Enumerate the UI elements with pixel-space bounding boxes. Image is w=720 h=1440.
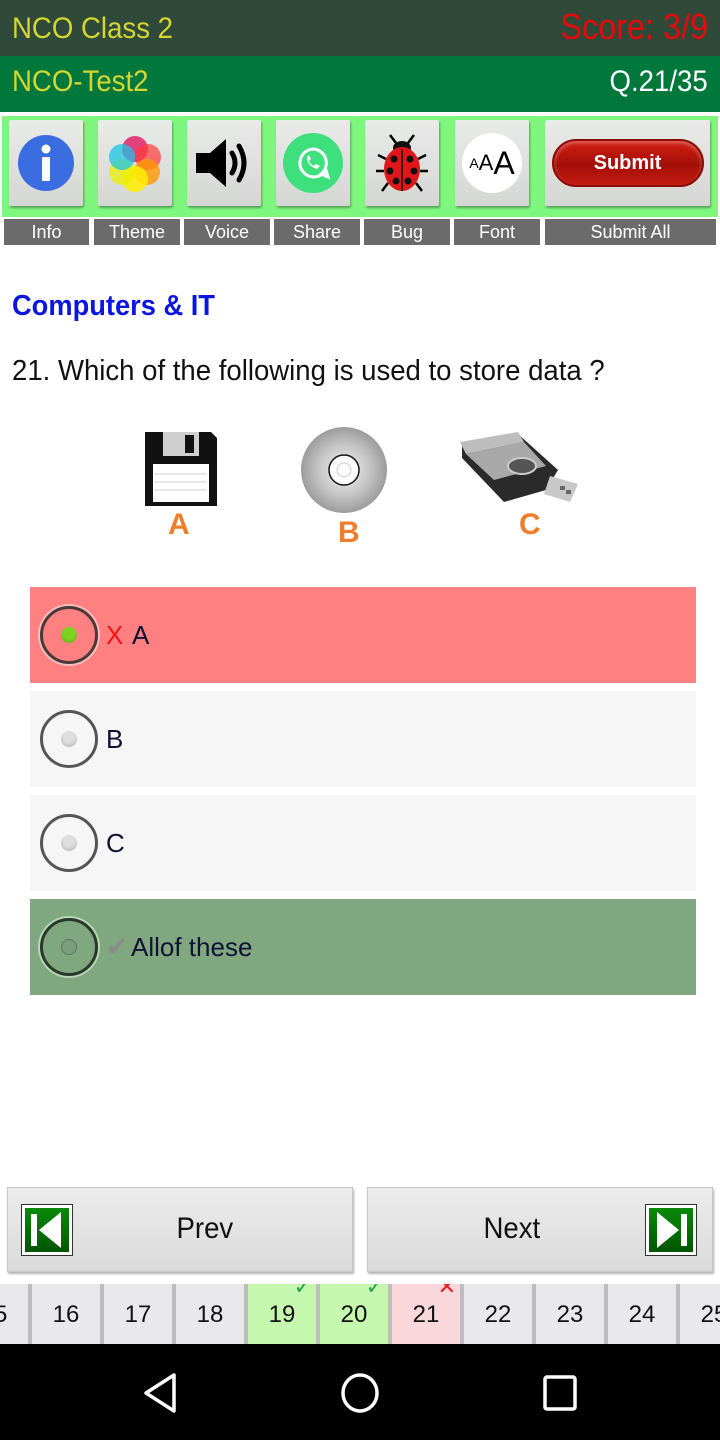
option-label: A [132,620,150,650]
picture-label-c: C [519,508,541,541]
check-icon: ✓ [293,1284,312,1299]
app-header: NCO Class 2 Score: 3/9 [0,0,720,56]
question-text: 21. Which of the following is used to st… [12,355,605,387]
submit-button[interactable]: Submit [545,120,710,206]
share-button[interactable] [276,120,350,206]
question-cell[interactable]: 24 [608,1284,676,1344]
check-icon: ✓ [365,1284,384,1299]
info-icon [18,135,74,191]
submit-all-label[interactable]: Submit All [545,219,716,245]
app-title: NCO Class 2 [12,12,174,45]
whatsapp-icon [283,133,343,193]
system-nav-bar [0,1344,720,1440]
submit-pill: Submit [551,139,704,187]
recents-icon[interactable] [542,1374,578,1412]
bug-label[interactable]: Bug [364,219,450,245]
next-icon [645,1204,697,1256]
category-title: Computers & IT [12,290,215,322]
theme-palette-icon [109,136,161,192]
voice-label[interactable]: Voice [184,219,270,245]
picture-label-b: B [338,516,360,549]
home-icon[interactable] [340,1372,380,1414]
question-counter: Q.21/35 [609,65,708,98]
radio-dot [61,835,77,851]
question-cell-correct[interactable]: 20 ✓ [320,1284,388,1344]
question-cell[interactable]: 17 [104,1284,172,1344]
share-label[interactable]: Share [274,219,360,245]
prev-label: Prev [176,1212,234,1245]
question-cell-wrong[interactable]: 21 ✕ [392,1284,460,1344]
ladybug-icon [376,134,428,192]
prev-icon [21,1204,73,1256]
correct-check-icon: ✔ [106,932,128,962]
option-label: Allof these [131,932,253,962]
radio-button[interactable] [40,814,98,872]
info-button[interactable] [9,120,83,206]
question-cell[interactable]: 15 [0,1284,28,1344]
font-label[interactable]: Font [454,219,540,245]
question-cell[interactable]: 18 [176,1284,244,1344]
theme-label[interactable]: Theme [94,219,180,245]
question-cell-correct[interactable]: 19 ✓ [248,1284,316,1344]
usb-drive-image [460,432,578,502]
radio-dot [61,939,77,955]
cross-icon: ✕ [437,1284,456,1299]
question-cell[interactable]: 22 [464,1284,532,1344]
picture-label-a: A [168,508,190,541]
question-cell[interactable]: 23 [536,1284,604,1344]
toolbar-labels: Info Theme Voice Share Bug Font Submit A… [0,219,720,245]
compact-disc-image [301,427,387,513]
back-icon[interactable] [142,1372,178,1414]
radio-selected-dot [61,627,77,643]
toolbar: AAA Submit [2,116,718,217]
speaker-icon [196,139,247,187]
option-b[interactable]: B [30,691,696,787]
wrong-mark-icon: X [106,620,124,650]
prev-button[interactable]: Prev [7,1187,353,1272]
option-label: B [106,724,124,754]
voice-button[interactable] [187,120,261,206]
next-button[interactable]: Next [367,1187,713,1272]
question-cell[interactable]: 16 [32,1284,100,1344]
test-header: NCO-Test2 Q.21/35 [0,56,720,112]
option-c[interactable]: C [30,795,696,891]
info-label[interactable]: Info [4,219,89,245]
radio-button[interactable] [40,918,98,976]
theme-button[interactable] [98,120,172,206]
radio-dot [61,731,77,747]
question-cell[interactable]: 25 [680,1284,720,1344]
option-d[interactable]: ✔ Allof these [30,899,696,995]
radio-button[interactable] [40,710,98,768]
option-label: C [106,828,125,858]
test-name: NCO-Test2 [12,65,149,98]
question-strip[interactable]: 15 16 17 18 19✓ 20✓ 21✕ 22 23 24 25 [0,1284,720,1344]
font-button[interactable]: AAA [455,120,529,206]
floppy-disk-image [145,432,217,506]
font-size-icon: AAA [462,133,522,193]
bug-button[interactable] [365,120,439,206]
next-label: Next [483,1212,541,1245]
option-a[interactable]: X A [30,587,696,683]
score-display: Score: 3/9 [560,6,708,47]
submit-pill-text: Submit [593,151,662,174]
radio-button[interactable] [40,606,98,664]
